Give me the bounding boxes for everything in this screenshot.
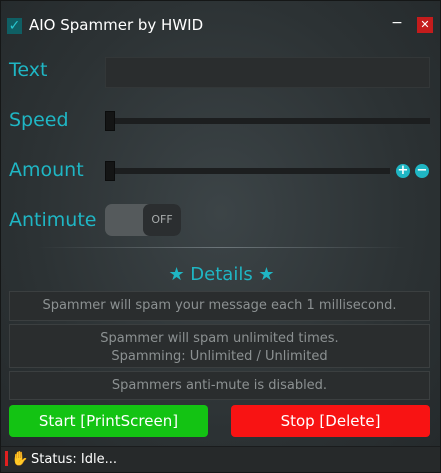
text-label: Text bbox=[9, 59, 48, 81]
amount-minus-button[interactable]: − bbox=[415, 164, 429, 178]
antimute-toggle-state: OFF bbox=[143, 204, 181, 236]
speed-slider-track[interactable] bbox=[105, 118, 430, 124]
amount-plus-button[interactable]: + bbox=[396, 164, 410, 178]
main-window: ✓ AIO Spammer by HWID − ✕ Text Speed Amo… bbox=[0, 0, 441, 473]
antimute-toggle[interactable]: OFF bbox=[105, 204, 181, 236]
detail-amount-line1: Spammer will spam unlimited times. bbox=[100, 331, 339, 346]
minimize-button[interactable]: − bbox=[389, 16, 405, 33]
status-text: Status: Idle... bbox=[31, 452, 118, 467]
check-icon: ✓ bbox=[7, 18, 22, 34]
divider bbox=[37, 247, 407, 248]
start-button[interactable]: Start [PrintScreen] bbox=[9, 405, 208, 437]
stop-button[interactable]: Stop [Delete] bbox=[231, 405, 430, 437]
speed-slider-thumb[interactable] bbox=[105, 111, 115, 131]
text-input[interactable] bbox=[105, 57, 430, 88]
status-bar: ✋ Status: Idle... bbox=[1, 446, 440, 472]
detail-amount: Spammer will spam unlimited times. Spamm… bbox=[9, 324, 430, 368]
details-title: ★ Details ★ bbox=[168, 264, 275, 285]
detail-antimute: Spammers anti-mute is disabled. bbox=[9, 371, 430, 400]
status-indicator bbox=[5, 451, 8, 466]
amount-slider-thumb[interactable] bbox=[105, 161, 115, 181]
detail-antimute-text: Spammers anti-mute is disabled. bbox=[111, 378, 328, 393]
amount-slider-track[interactable] bbox=[105, 168, 390, 174]
title-bar[interactable]: ✓ AIO Spammer by HWID − ✕ bbox=[1, 1, 440, 47]
hand-icon: ✋ bbox=[11, 451, 29, 467]
detail-speed-text: Spammer will spam your message each 1 mi… bbox=[42, 298, 397, 313]
detail-speed: Spammer will spam your message each 1 mi… bbox=[9, 291, 430, 321]
detail-amount-line2: Spamming: Unlimited / Unlimited bbox=[111, 349, 328, 364]
speed-label: Speed bbox=[9, 109, 69, 131]
amount-label: Amount bbox=[9, 159, 84, 181]
close-button[interactable]: ✕ bbox=[417, 17, 433, 33]
window-title: AIO Spammer by HWID bbox=[29, 16, 204, 34]
antimute-label: Antimute bbox=[9, 209, 97, 231]
